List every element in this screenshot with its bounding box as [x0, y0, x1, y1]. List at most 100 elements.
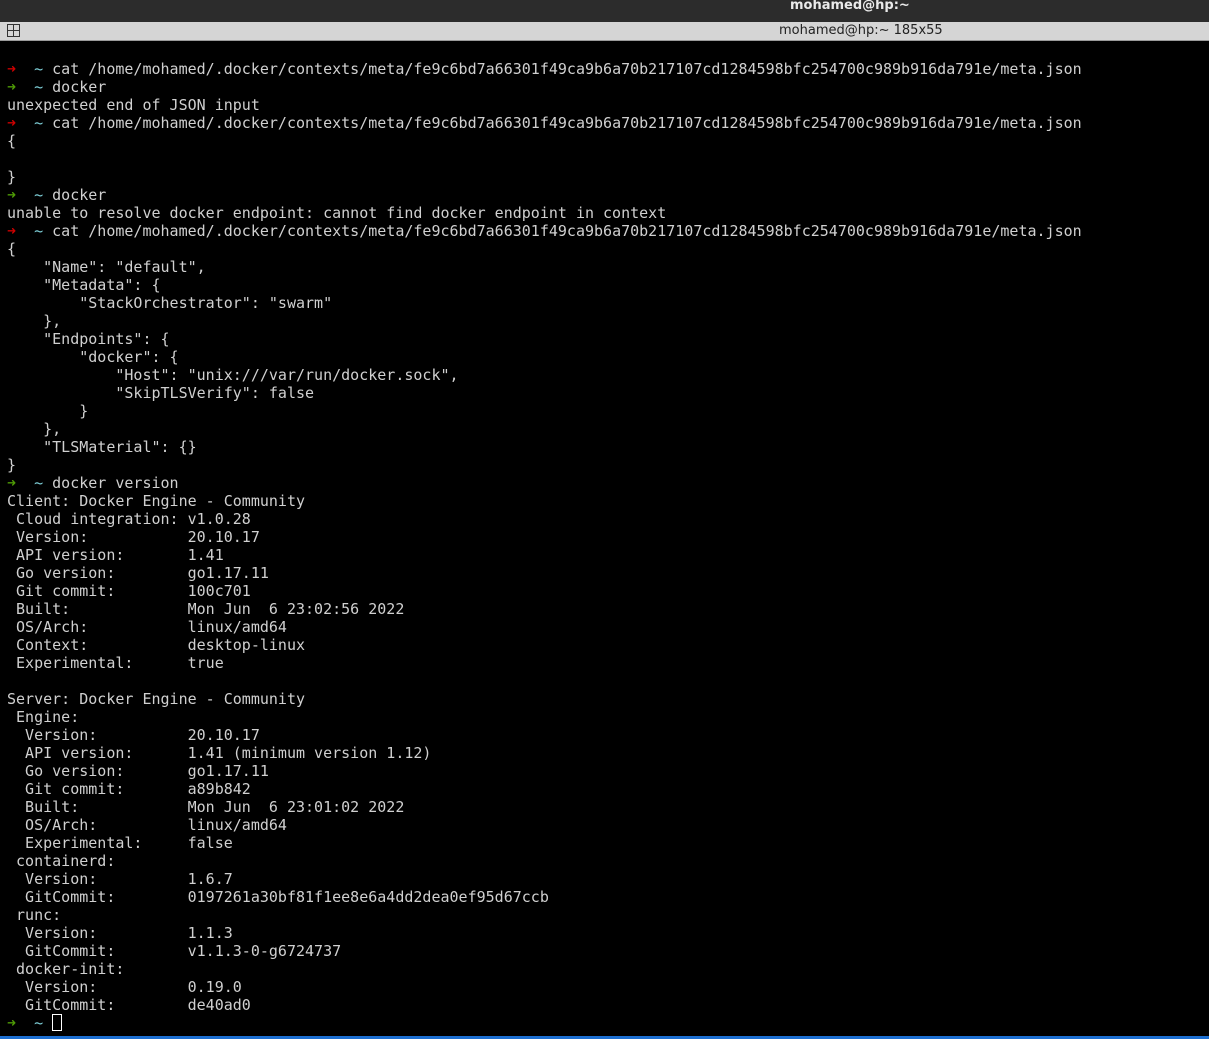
terminal-tab-bar: mohamed@hp:~ 185x55 [0, 22, 1209, 41]
prompt-cwd: ~ [34, 60, 44, 78]
output-text: Client: Docker Engine - Community [7, 492, 306, 510]
output-text: Version: 1.6.7 [7, 870, 233, 888]
prompt-cwd: ~ [34, 474, 44, 492]
output-line: Client: Docker Engine - Community [7, 492, 1209, 510]
output-text: Engine: [7, 708, 80, 726]
output-line: } [7, 456, 1209, 474]
output-line: API version: 1.41 (minimum version 1.12) [7, 744, 1209, 762]
output-text: }, [7, 420, 62, 438]
output-line: { [7, 132, 1209, 150]
command-text: docker version [52, 474, 179, 492]
output-line: Experimental: false [7, 834, 1209, 852]
output-line: Built: Mon Jun 6 23:01:02 2022 [7, 798, 1209, 816]
output-text: "Name": "default", [7, 258, 206, 276]
output-text: "TLSMaterial": {} [7, 438, 197, 456]
output-text: Go version: go1.17.11 [7, 564, 269, 582]
output-text: Version: 1.1.3 [7, 924, 233, 942]
terminal-tab-title: mohamed@hp:~ 185x55 [779, 23, 943, 38]
output-line: } [7, 402, 1209, 420]
output-line: "docker": { [7, 348, 1209, 366]
output-line: Experimental: true [7, 654, 1209, 672]
output-line: API version: 1.41 [7, 546, 1209, 564]
prompt-line: ➜ ~ cat /home/mohamed/.docker/contexts/m… [7, 222, 1209, 240]
output-line: containerd: [7, 852, 1209, 870]
output-line: Version: 20.10.17 [7, 726, 1209, 744]
output-text: "StackOrchestrator": "swarm" [7, 294, 333, 312]
output-text: "Endpoints": { [7, 330, 170, 348]
output-line: Git commit: a89b842 [7, 780, 1209, 798]
output-text: runc: [7, 906, 62, 924]
output-text: docker-init: [7, 960, 125, 978]
output-line: } [7, 168, 1209, 186]
prompt-arrow-icon: ➜ [7, 78, 17, 96]
output-line: "TLSMaterial": {} [7, 438, 1209, 456]
output-text: Git commit: a89b842 [7, 780, 251, 798]
output-text: API version: 1.41 (minimum version 1.12) [7, 744, 432, 762]
output-text: { [7, 240, 17, 258]
window-title: mohamed@hp:~ [790, 0, 910, 13]
split-terminal-icon[interactable] [7, 24, 20, 37]
prompt-cwd: ~ [34, 114, 44, 132]
command-text: docker [52, 186, 107, 204]
output-text: Context: desktop-linux [7, 636, 306, 654]
output-text: }, [7, 312, 62, 330]
terminal-cursor[interactable] [52, 1014, 63, 1031]
output-line: }, [7, 420, 1209, 438]
output-text: containerd: [7, 852, 116, 870]
output-line: Built: Mon Jun 6 23:02:56 2022 [7, 600, 1209, 618]
output-text: Version: 20.10.17 [7, 528, 260, 546]
prompt-arrow-icon: ➜ [7, 1014, 17, 1032]
output-text: } [7, 168, 17, 186]
output-line: unable to resolve docker endpoint: canno… [7, 204, 1209, 222]
output-text: API version: 1.41 [7, 546, 224, 564]
output-line: "Host": "unix:///var/run/docker.sock", [7, 366, 1209, 384]
terminal-output[interactable]: ➜ ~ cat /home/mohamed/.docker/contexts/m… [0, 41, 1209, 1036]
output-line: GitCommit: de40ad0 [7, 996, 1209, 1014]
prompt-arrow-icon: ➜ [7, 474, 17, 492]
output-line: "Name": "default", [7, 258, 1209, 276]
prompt-cwd: ~ [34, 222, 44, 240]
output-line: "SkipTLSVerify": false [7, 384, 1209, 402]
output-text: Experimental: false [7, 834, 233, 852]
command-text: cat /home/mohamed/.docker/contexts/meta/… [52, 114, 1082, 132]
command-text: cat /home/mohamed/.docker/contexts/meta/… [52, 222, 1082, 240]
prompt-line: ➜ ~ cat /home/mohamed/.docker/contexts/m… [7, 60, 1209, 78]
output-line: OS/Arch: linux/amd64 [7, 618, 1209, 636]
output-line: { [7, 240, 1209, 258]
output-line: }, [7, 312, 1209, 330]
output-text: } [7, 456, 17, 474]
output-line: Git commit: 100c701 [7, 582, 1209, 600]
output-text: Experimental: true [7, 654, 224, 672]
output-line: Version: 1.6.7 [7, 870, 1209, 888]
output-line: Version: 0.19.0 [7, 978, 1209, 996]
output-line: Context: desktop-linux [7, 636, 1209, 654]
output-text: OS/Arch: linux/amd64 [7, 816, 287, 834]
output-text: Version: 0.19.0 [7, 978, 242, 996]
prompt-arrow-icon: ➜ [7, 114, 17, 132]
prompt-arrow-icon: ➜ [7, 186, 17, 204]
command-text: cat /home/mohamed/.docker/contexts/meta/… [52, 60, 1082, 78]
output-text: GitCommit: de40ad0 [7, 996, 251, 1014]
output-text: Go version: go1.17.11 [7, 762, 269, 780]
output-text: "Metadata": { [7, 276, 161, 294]
output-line: Version: 20.10.17 [7, 528, 1209, 546]
output-text: Built: Mon Jun 6 23:01:02 2022 [7, 798, 405, 816]
window-title-bar[interactable]: mohamed@hp:~ [0, 0, 1209, 22]
output-line: docker-init: [7, 960, 1209, 978]
command-text: docker [52, 78, 107, 96]
prompt-cwd: ~ [34, 1014, 44, 1032]
output-text: Server: Docker Engine - Community [7, 690, 306, 708]
output-text: { [7, 132, 17, 150]
prompt-arrow-icon: ➜ [7, 60, 17, 78]
output-line: Version: 1.1.3 [7, 924, 1209, 942]
output-line: GitCommit: v1.1.3-0-g6724737 [7, 942, 1209, 960]
output-line: "Endpoints": { [7, 330, 1209, 348]
output-line: GitCommit: 0197261a30bf81f1ee8e6a4dd2dea… [7, 888, 1209, 906]
prompt-cwd: ~ [34, 78, 44, 96]
output-text: unable to resolve docker endpoint: canno… [7, 204, 667, 222]
prompt-cwd: ~ [34, 186, 44, 204]
output-text: Git commit: 100c701 [7, 582, 251, 600]
output-text: OS/Arch: linux/amd64 [7, 618, 287, 636]
prompt-line: ➜ ~ [7, 1014, 1209, 1032]
